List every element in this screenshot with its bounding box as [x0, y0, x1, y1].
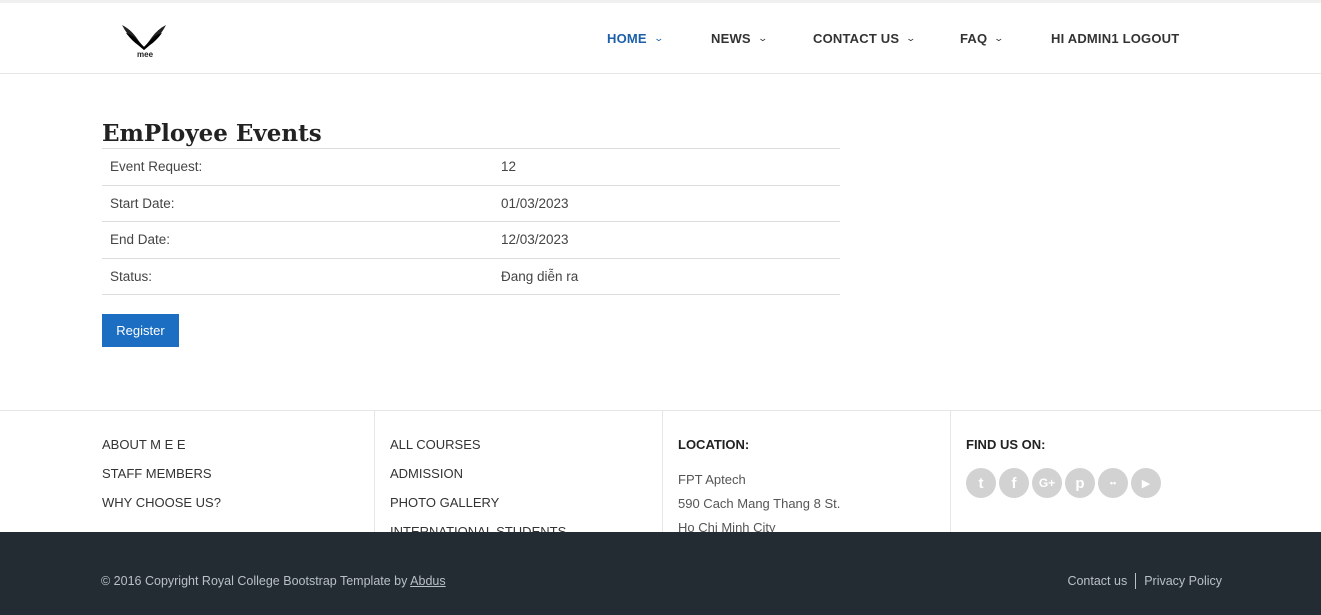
event-details-table: Event Request: 12 Start Date: 01/03/2023… [102, 148, 840, 295]
footer-col-location: LOCATION: FPT Aptech 590 Cach Mang Thang… [662, 411, 950, 533]
nav-home[interactable]: HOME ⌄ [607, 31, 665, 46]
detail-label: Event Request: [110, 159, 203, 174]
footer-col-courses: ALL COURSES ADMISSION PHOTO GALLERY INTE… [374, 411, 662, 533]
logo-text: mee [137, 50, 154, 59]
page-title: EmPloyee Events [102, 120, 322, 147]
detail-label: Start Date: [110, 195, 175, 211]
flickr-icon[interactable]: •• [1098, 468, 1128, 498]
table-row: Event Request: 12 [102, 149, 840, 186]
nav-news[interactable]: NEWS ⌄ [711, 31, 769, 46]
footer-link[interactable]: STAFF MEMBERS [102, 466, 212, 481]
footer-link[interactable]: ADMISSION [390, 466, 463, 481]
nav-contact-us[interactable]: CONTACT US ⌄ [813, 31, 917, 46]
footer-link[interactable]: WHY CHOOSE US? [102, 495, 221, 510]
location-heading: LOCATION: [678, 437, 750, 452]
detail-label: End Date: [110, 232, 171, 247]
social-icons: t f G+ p •• ▶ [966, 468, 1161, 498]
footer-links: ABOUT M E E STAFF MEMBERS WHY CHOOSE US?… [0, 410, 1321, 533]
chevron-down-icon: ⌄ [757, 33, 769, 43]
contact-us-link[interactable]: Contact us [1067, 574, 1127, 588]
footer-col-about: ABOUT M E E STAFF MEMBERS WHY CHOOSE US? [0, 411, 361, 533]
chevron-down-icon: ⌄ [653, 33, 665, 43]
register-button[interactable]: Register [102, 314, 179, 347]
twitter-icon[interactable]: t [966, 468, 996, 498]
chevron-down-icon: ⌄ [993, 33, 1005, 43]
table-row: End Date: 12/03/2023 [102, 222, 840, 259]
author-link[interactable]: Abdus [410, 574, 445, 588]
location-line: 590 Cach Mang Thang 8 St. [678, 496, 841, 511]
nav-contact-us-label: CONTACT US [813, 31, 900, 46]
table-row: Status: Đang diễn ra [102, 259, 840, 295]
pinterest-icon[interactable]: p [1065, 468, 1095, 498]
detail-label: Status: [110, 268, 153, 284]
table-row: Start Date: 01/03/2023 [102, 186, 840, 222]
footer-link[interactable]: PHOTO GALLERY [390, 495, 499, 510]
privacy-policy-link[interactable]: Privacy Policy [1144, 574, 1222, 588]
youtube-icon[interactable]: ▶ [1131, 468, 1161, 498]
winged-logo-icon [122, 25, 166, 50]
nav-faq[interactable]: FAQ ⌄ [960, 31, 1005, 46]
nav-home-label: HOME [607, 31, 647, 46]
nav-faq-label: FAQ [960, 31, 988, 46]
chevron-down-icon: ⌄ [905, 33, 917, 43]
footer-bar: © 2016 Copyright Royal College Bootstrap… [0, 532, 1321, 615]
copyright-text: © 2016 Copyright Royal College Bootstrap… [101, 574, 411, 588]
detail-value: 01/03/2023 [501, 195, 569, 211]
site-logo[interactable]: mee [120, 23, 168, 63]
detail-value: Đang diễn ra [501, 268, 579, 284]
find-us-heading: FIND US ON: [966, 437, 1046, 452]
site-header: mee HOME ⌄ NEWS ⌄ CONTACT US ⌄ FAQ ⌄ HI … [0, 3, 1321, 74]
link-divider [1135, 573, 1137, 589]
footer-link[interactable]: ABOUT M E E [102, 437, 186, 452]
footer-bar-links: Contact us Privacy Policy [1067, 573, 1222, 589]
detail-value: 12 [501, 159, 517, 174]
nav-news-label: NEWS [711, 31, 751, 46]
facebook-icon[interactable]: f [999, 468, 1029, 498]
detail-value: 12/03/2023 [501, 232, 569, 247]
nav-logout[interactable]: HI ADMIN1 LOGOUT [1051, 31, 1179, 46]
nav-logout-label: HI ADMIN1 LOGOUT [1051, 31, 1180, 46]
copyright: © 2016 Copyright Royal College Bootstrap… [101, 574, 446, 588]
footer-link[interactable]: ALL COURSES [390, 437, 481, 452]
location-line: FPT Aptech [678, 472, 746, 487]
footer-col-social: FIND US ON: t f G+ p •• ▶ [950, 411, 1321, 533]
google-plus-icon[interactable]: G+ [1032, 468, 1062, 498]
